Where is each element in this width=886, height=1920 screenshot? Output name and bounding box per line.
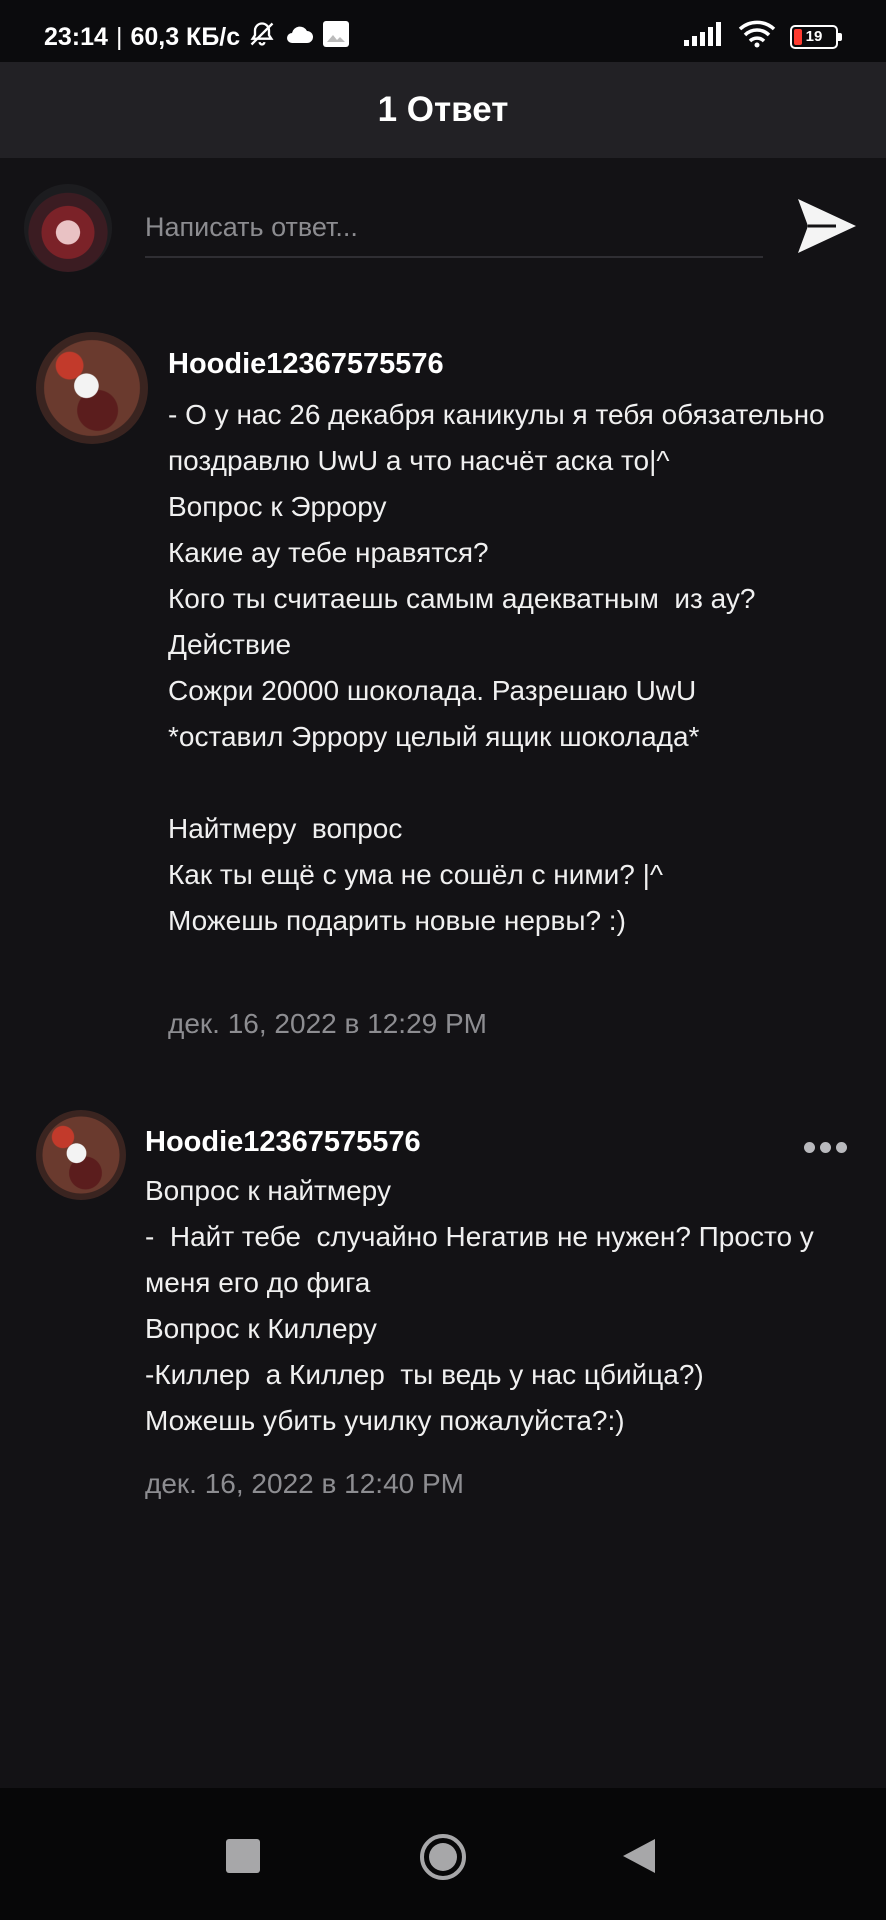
comment-text: - О у нас 26 декабря каникулы я тебя обя… bbox=[168, 399, 825, 936]
current-user-avatar[interactable] bbox=[24, 184, 112, 272]
battery-tip bbox=[838, 32, 842, 41]
send-button[interactable] bbox=[795, 194, 859, 258]
status-bar: 23:14 | 60,3 КБ/с 19 bbox=[0, 0, 886, 62]
reply-input[interactable] bbox=[145, 198, 763, 258]
avatar[interactable] bbox=[36, 1110, 126, 1200]
comment-timestamp: дек. 16, 2022 в 12:40 PM bbox=[145, 1468, 464, 1499]
more-dots-icon bbox=[820, 1142, 831, 1153]
status-left: 23:14 | 60,3 КБ/с bbox=[44, 20, 350, 55]
comment-username[interactable]: Hoodie12367575576 bbox=[145, 1126, 421, 1159]
comment-text: Вопрос к найтмеру - Найт тебе случайно Н… bbox=[145, 1175, 814, 1436]
battery-level: 19 bbox=[805, 28, 823, 45]
more-dots-icon bbox=[804, 1142, 815, 1153]
battery-fill bbox=[794, 28, 802, 45]
reply-composer bbox=[0, 158, 886, 288]
status-divider: | bbox=[115, 23, 123, 51]
comment-timestamp: дек. 16, 2022 в 12:29 PM bbox=[168, 1008, 487, 1039]
signal-icon bbox=[684, 22, 724, 51]
image-icon bbox=[322, 20, 350, 55]
home-circle-icon[interactable] bbox=[418, 1832, 468, 1882]
system-nav-bar bbox=[0, 1788, 886, 1920]
status-right: 19 bbox=[684, 20, 842, 53]
avatar[interactable] bbox=[36, 332, 148, 444]
page-header: 1 Ответ bbox=[0, 62, 886, 158]
network-speed: 60,3 КБ/с bbox=[130, 23, 241, 51]
comment-username[interactable]: Hoodie12367575576 bbox=[168, 348, 444, 381]
page-title: 1 Ответ bbox=[377, 90, 509, 129]
battery-icon: 19 bbox=[790, 24, 842, 49]
wifi-icon bbox=[738, 20, 776, 53]
send-icon bbox=[798, 199, 856, 253]
bell-off-icon bbox=[248, 20, 276, 55]
cloud-icon bbox=[284, 23, 314, 52]
more-dots-icon bbox=[836, 1142, 847, 1153]
back-triangle-icon[interactable] bbox=[621, 1837, 657, 1875]
more-options-button[interactable] bbox=[800, 1138, 851, 1157]
recents-square-icon[interactable] bbox=[226, 1839, 260, 1873]
status-time: 23:14 bbox=[44, 23, 108, 51]
